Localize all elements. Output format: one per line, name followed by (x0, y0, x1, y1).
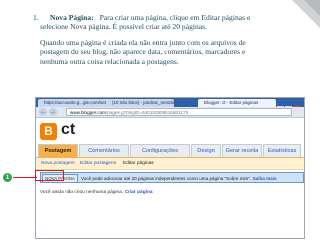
new-page-note: Você pode adicionar até 20 páginas indep… (81, 175, 277, 182)
blogger-logo-icon: B (40, 123, 57, 140)
url-domain: www.blogger.com (70, 110, 107, 115)
dashboard-tabs: Postagem Comentários Configurações Desig… (38, 144, 302, 157)
browser-window: https://accounts.g...gle.com/settings/..… (35, 97, 305, 239)
step-number: 1. (33, 13, 39, 22)
slide-instructions: 1. Nova Página: Para criar uma página, c… (33, 13, 298, 66)
tab-gerar-receita[interactable]: Gerar receita (222, 144, 262, 157)
empty-state-text: Você ainda não criou nenhuma página. (40, 190, 124, 195)
browser-tab-mail[interactable]: (10 não lidos) - jandraz_mendonca... (106, 99, 174, 107)
browser-tab-blogger[interactable]: Blogger: ct - Editar páginas (198, 99, 276, 107)
link-editar-paginas[interactable]: Editar páginas (123, 160, 154, 167)
learn-more-link[interactable]: Saiba mais (253, 176, 277, 181)
sub-navigation: Nova postagem Editar postagens Editar pá… (36, 157, 304, 170)
tab-estatisticas[interactable]: Estatísticas (263, 144, 301, 157)
browser-tab-accounts[interactable]: https://accounts.g...gle.com/settings/..… (38, 99, 110, 107)
tab-configuracoes[interactable]: Configurações (130, 144, 190, 157)
step-marker: 1 (3, 173, 12, 182)
empty-state: Você ainda não criou nenhuma página. Cri… (40, 190, 153, 195)
window-controls (276, 99, 302, 112)
link-nova-postagem[interactable]: Nova postagem (41, 160, 75, 167)
paragraph-line3: nenhuma outra coisa relacionada a postag… (40, 56, 179, 66)
paragraph-line1: Quando uma página é criada ela não entra… (40, 37, 246, 47)
forward-button[interactable]: → (49, 108, 57, 116)
browser-tab-bar: https://accounts.g...gle.com/settings/..… (36, 98, 304, 112)
step-text-line2: selecione Nova página. É possível criar … (40, 22, 208, 32)
tab-postagem[interactable]: Postagem (38, 144, 78, 157)
step-title: Nova Página: (50, 13, 94, 22)
blog-title: ct (61, 121, 76, 138)
new-page-note-text: Você pode adicionar até 20 páginas indep… (81, 176, 252, 181)
back-button[interactable]: ← (39, 108, 47, 116)
new-page-highlight (35, 170, 64, 181)
link-editar-postagens[interactable]: Editar postagens (80, 160, 116, 167)
step-text-line1: Para criar uma página, clique em Editar … (99, 13, 251, 22)
url-path: /pages.g?blogID=640152908516653175 (106, 110, 189, 115)
create-page-link[interactable]: Criar página (125, 190, 153, 195)
tab-design[interactable]: Design (191, 144, 221, 157)
tab-comentarios[interactable]: Comentários (79, 144, 129, 157)
new-page-bar: NOVA PÁGINA Você pode adicionar até 20 p… (40, 172, 304, 183)
address-bar: ← → www.blogger.com/pages.g?blogID=64015… (36, 107, 304, 118)
paragraph-line2: postagem do seu blog, não aparece data, … (40, 47, 246, 57)
callout-arrow (13, 177, 37, 178)
decorative-corner-inner (304, 0, 320, 16)
url-input[interactable]: www.blogger.com/pages.g?blogID=640152908… (66, 108, 292, 116)
